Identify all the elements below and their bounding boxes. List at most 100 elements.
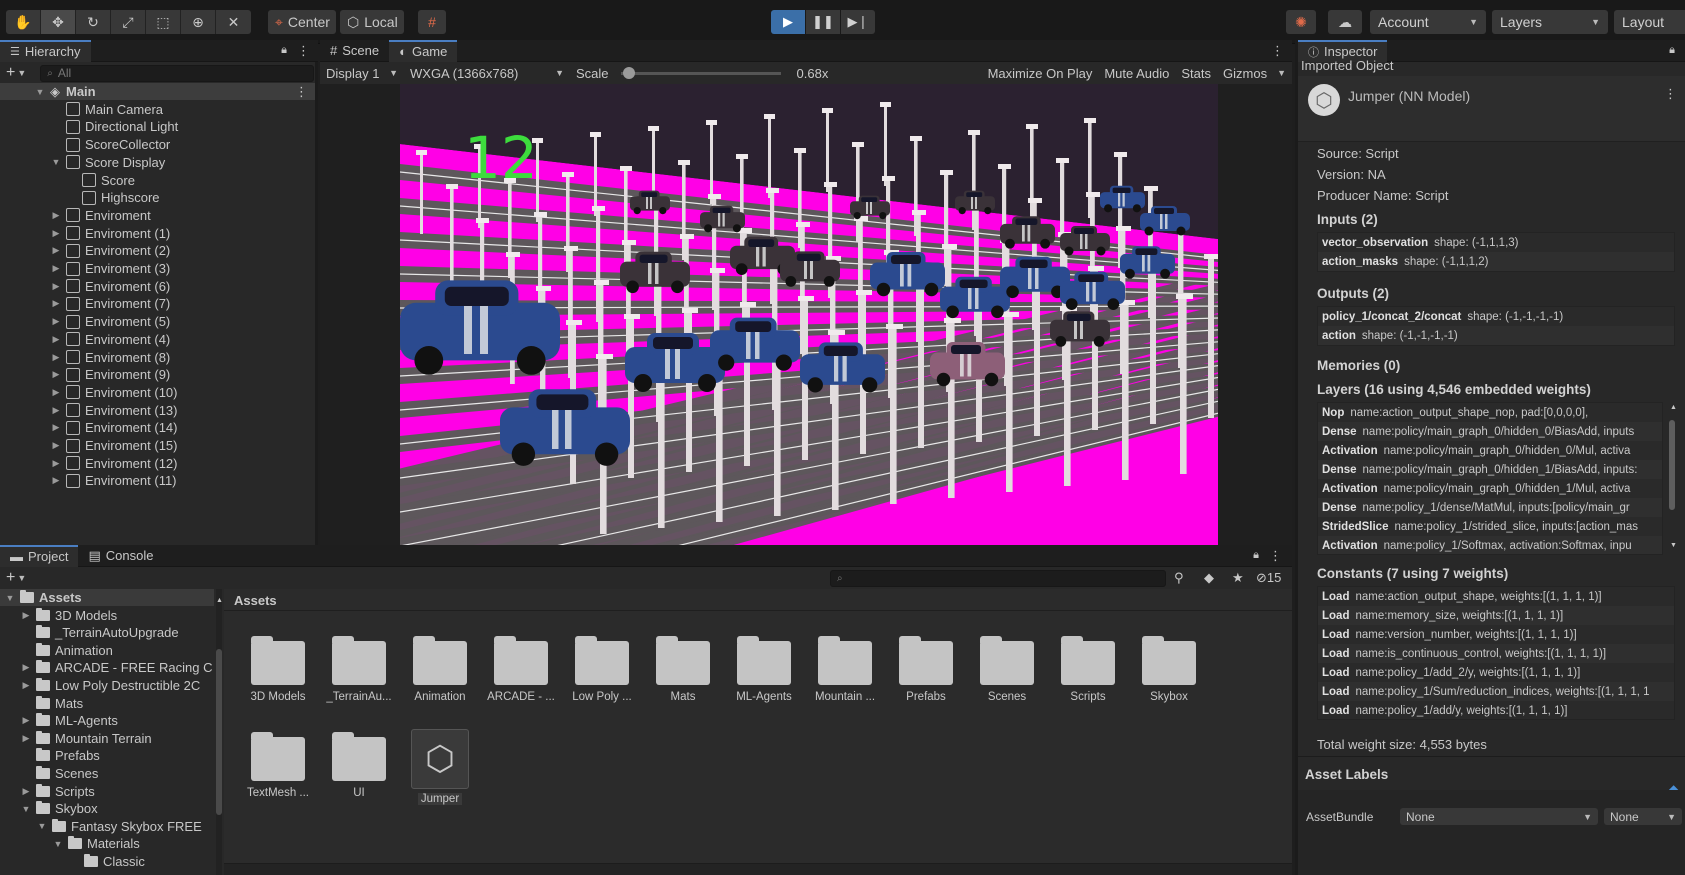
hierarchy-item[interactable]: Score: [0, 172, 135, 189]
project-tree-item[interactable]: _TerrainAutoUpgrade: [0, 624, 214, 641]
tab-console[interactable]: ▤ Console: [78, 545, 163, 567]
pause-button[interactable]: ❚❚: [806, 10, 840, 34]
project-tree-item[interactable]: Mats: [0, 695, 214, 712]
favorite-star-icon[interactable]: ★: [1232, 570, 1244, 586]
scale-slider[interactable]: [620, 66, 781, 79]
hierarchy-item-main[interactable]: ▼ ◈ Main ⋮: [0, 83, 318, 100]
expand-arrow-icon[interactable]: ▶: [50, 334, 62, 345]
search-by-label-icon[interactable]: ◆: [1204, 570, 1214, 586]
hierarchy-item[interactable]: ▶ Enviroment (4): [0, 331, 171, 348]
expand-arrow-icon[interactable]: ▶: [50, 210, 62, 221]
play-button[interactable]: ▶: [771, 10, 805, 34]
add-icon[interactable]: +: [6, 569, 15, 587]
breadcrumb[interactable]: Assets: [234, 593, 277, 608]
asset-item[interactable]: Animation: [400, 633, 480, 703]
expand-arrow-icon[interactable]: ▶: [50, 298, 62, 309]
hierarchy-item[interactable]: Highscore: [0, 189, 160, 206]
project-tree-item[interactable]: Classic: [0, 853, 214, 870]
scale-tool-icon[interactable]: ⤢: [111, 10, 146, 34]
hierarchy-item[interactable]: ▶ Enviroment (9): [0, 366, 171, 383]
project-tree-item[interactable]: ▼ Assets: [0, 589, 214, 606]
cloud-button[interactable]: ☁: [1328, 10, 1362, 34]
project-tree-item[interactable]: ▶ ML-Agents: [0, 712, 214, 729]
add-icon[interactable]: +: [6, 64, 15, 82]
kebab-menu-icon[interactable]: ⋮: [1269, 548, 1282, 564]
tab-scene[interactable]: # Scene: [320, 40, 389, 62]
expand-arrow-icon[interactable]: ▶: [20, 662, 32, 673]
asset-bundle-dropdown[interactable]: None ▼: [1400, 808, 1598, 825]
hidden-packages-toggle[interactable]: ⊘15: [1256, 570, 1281, 586]
scale-slider-handle[interactable]: [622, 66, 635, 79]
hierarchy-item[interactable]: ▶ Enviroment (11): [0, 472, 177, 489]
lock-icon[interactable]: 🔒︎: [1669, 44, 1675, 57]
expand-arrow-icon[interactable]: ▶: [20, 610, 32, 621]
hierarchy-item[interactable]: ▶ Enviroment (6): [0, 278, 171, 295]
lock-icon[interactable]: 🔒︎: [1253, 549, 1259, 562]
hand-tool-icon[interactable]: ✋: [6, 10, 41, 34]
grid-snap-button[interactable]: #: [418, 10, 446, 34]
scroll-down-icon[interactable]: ▼: [1670, 542, 1677, 549]
display-dropdown[interactable]: Display 1 ▼: [320, 62, 404, 84]
layout-dropdown[interactable]: Layout: [1614, 10, 1685, 34]
maximize-on-play-toggle[interactable]: Maximize On Play: [982, 62, 1099, 84]
rect-tool-icon[interactable]: ⬚: [146, 10, 181, 34]
expand-arrow-icon[interactable]: ▶: [50, 440, 62, 451]
kebab-menu-icon[interactable]: ⋮: [1271, 43, 1284, 59]
kebab-menu-icon[interactable]: ⋮: [297, 43, 310, 59]
hierarchy-item[interactable]: ▶ Enviroment (15): [0, 437, 178, 454]
kebab-menu-icon[interactable]: ⋮: [1664, 86, 1677, 102]
tab-hierarchy[interactable]: ☰ Hierarchy: [0, 39, 91, 62]
project-tree-item[interactable]: ▼ Materials: [0, 835, 214, 852]
layers-dropdown[interactable]: Layers ▼: [1492, 10, 1608, 34]
hierarchy-item[interactable]: ▶ Enviroment (13): [0, 402, 178, 419]
expand-arrow-icon[interactable]: ▶: [50, 228, 62, 239]
project-tree-item[interactable]: ▶ 3D Models: [0, 607, 214, 624]
hierarchy-item[interactable]: ▶ Enviroment (10): [0, 384, 178, 401]
rotate-tool-icon[interactable]: ↻: [76, 10, 111, 34]
project-tree-item[interactable]: Scenes: [0, 765, 214, 782]
hierarchy-item[interactable]: Directional Light: [0, 118, 178, 135]
project-tree-item[interactable]: Prefabs: [0, 747, 214, 764]
asset-item[interactable]: Skybox: [1129, 633, 1209, 703]
expand-arrow-icon[interactable]: ▼: [20, 804, 32, 814]
asset-item[interactable]: ⬡ Jumper: [400, 729, 480, 805]
hierarchy-item[interactable]: ▶ Enviroment (12): [0, 455, 178, 472]
hierarchy-item[interactable]: ▶ Enviroment: [0, 207, 151, 224]
layers-list[interactable]: Nop name:action_output_shape_nop, pad:[0,…: [1317, 402, 1663, 555]
asset-item[interactable]: 3D Models: [238, 633, 318, 703]
expand-arrow-icon[interactable]: ▶: [50, 458, 62, 469]
scroll-up-icon[interactable]: ▲: [216, 597, 223, 604]
mute-audio-toggle[interactable]: Mute Audio: [1098, 62, 1175, 84]
expand-arrow-icon[interactable]: ▼: [52, 839, 64, 849]
move-tool-icon[interactable]: ✥: [41, 10, 76, 34]
hierarchy-item[interactable]: ▶ Enviroment (1): [0, 225, 171, 242]
expand-arrow-icon[interactable]: ▼: [4, 593, 16, 603]
expand-arrow-icon[interactable]: ▶: [20, 680, 32, 691]
asset-item[interactable]: Mountain ...: [805, 633, 885, 703]
project-tree-item[interactable]: ▼ Skybox: [0, 800, 214, 817]
hierarchy-item[interactable]: Main Camera: [0, 101, 163, 118]
project-tree-item[interactable]: ▶ Scripts: [0, 783, 214, 800]
game-viewport[interactable]: 12: [400, 84, 1218, 545]
expand-arrow-icon[interactable]: ▶: [50, 369, 62, 380]
transform-tool-icon[interactable]: ⊕: [181, 10, 216, 34]
project-tree-item[interactable]: ▶ Mountain Terrain: [0, 730, 214, 747]
scrollbar-thumb[interactable]: [1669, 420, 1675, 510]
expand-arrow-icon[interactable]: ▼: [36, 821, 48, 831]
hierarchy-item[interactable]: ScoreCollector: [0, 136, 170, 153]
layers-scrollbar[interactable]: ▲ ▼: [1667, 402, 1677, 555]
project-tree-item[interactable]: ▶ ARCADE - FREE Racing C: [0, 659, 214, 676]
resolution-dropdown[interactable]: WXGA (1366x768) ▼: [404, 62, 570, 84]
asset-item[interactable]: Low Poly ...: [562, 633, 642, 703]
chevron-down-icon[interactable]: ▼: [17, 573, 26, 583]
step-button[interactable]: ▶❘: [841, 10, 875, 34]
asset-item[interactable]: _TerrainAu...: [319, 633, 399, 703]
hierarchy-item[interactable]: ▶ Enviroment (7): [0, 295, 171, 312]
lock-icon[interactable]: 🔒︎: [281, 44, 287, 57]
expand-arrow-icon[interactable]: ▼: [50, 157, 62, 167]
tab-game[interactable]: ◐ Game: [389, 39, 458, 62]
expand-arrow-icon[interactable]: ▶: [50, 352, 62, 363]
search-by-type-icon[interactable]: ⚲: [1174, 570, 1184, 586]
expand-arrow-icon[interactable]: ▶: [20, 715, 32, 726]
asset-item[interactable]: ARCADE - ...: [481, 633, 561, 703]
